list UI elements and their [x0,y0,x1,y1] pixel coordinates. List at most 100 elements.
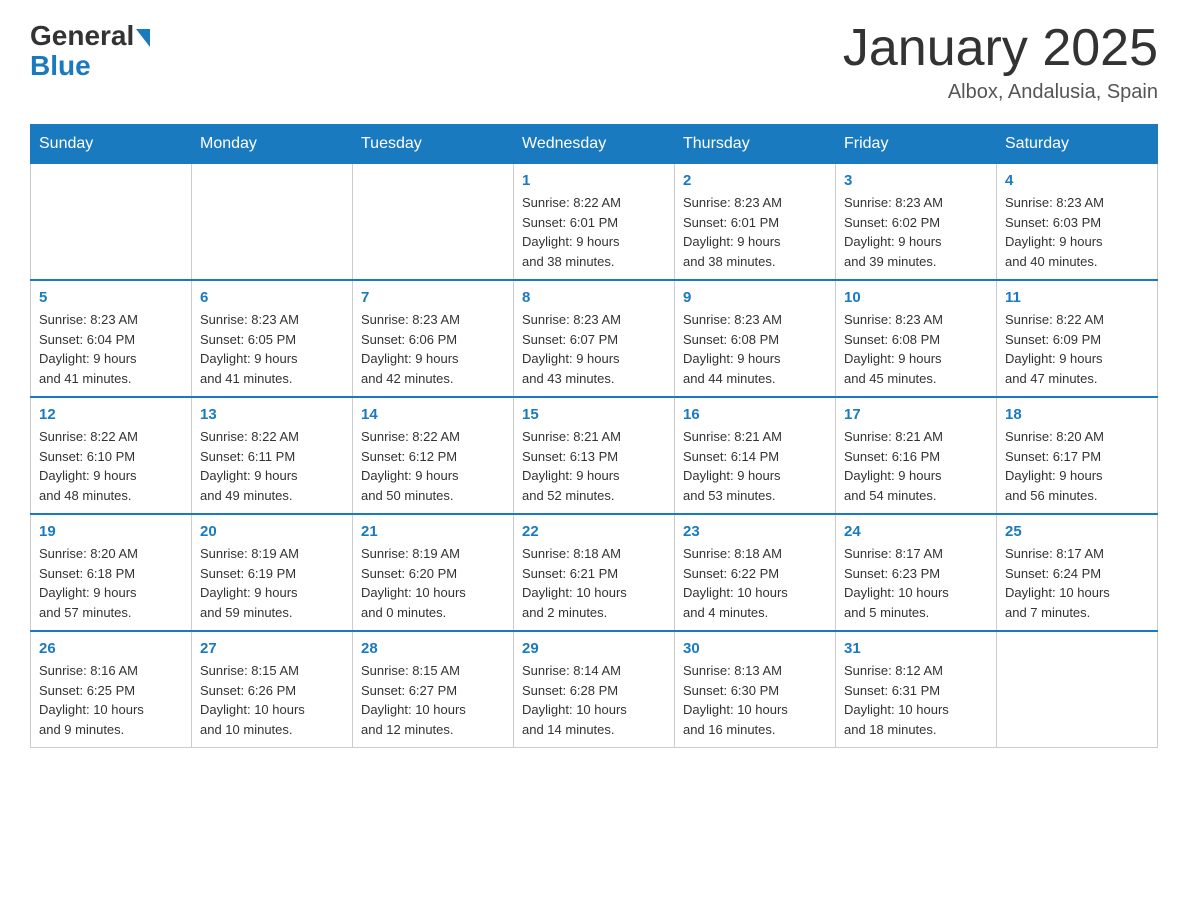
day-number: 11 [1005,289,1149,306]
cell-info: Sunrise: 8:23 AM Sunset: 6:06 PM Dayligh… [361,310,505,388]
day-number: 23 [683,523,827,540]
cell-info: Sunrise: 8:18 AM Sunset: 6:22 PM Dayligh… [683,544,827,622]
day-number: 25 [1005,523,1149,540]
day-number: 31 [844,640,988,657]
cell-info: Sunrise: 8:21 AM Sunset: 6:14 PM Dayligh… [683,427,827,505]
calendar-cell: 22 Sunrise: 8:18 AM Sunset: 6:21 PM Dayli… [514,514,675,631]
calendar-cell: 27 Sunrise: 8:15 AM Sunset: 6:26 PM Dayli… [192,631,353,748]
day-number: 18 [1005,406,1149,423]
calendar-cell: 20 Sunrise: 8:19 AM Sunset: 6:19 PM Dayli… [192,514,353,631]
calendar-day-header: Sunday [31,125,192,164]
day-number: 15 [522,406,666,423]
calendar-day-header: Friday [836,125,997,164]
calendar-day-header: Thursday [675,125,836,164]
calendar-cell: 24 Sunrise: 8:17 AM Sunset: 6:23 PM Dayli… [836,514,997,631]
calendar-cell: 10Sunrise: 8:23 AM Sunset: 6:08 PM Dayli… [836,280,997,397]
day-number: 14 [361,406,505,423]
day-number: 7 [361,289,505,306]
calendar-cell: 17 Sunrise: 8:21 AM Sunset: 6:16 PM Dayli… [836,397,997,514]
cell-info: Sunrise: 8:17 AM Sunset: 6:23 PM Dayligh… [844,544,988,622]
calendar-cell: 14 Sunrise: 8:22 AM Sunset: 6:12 PM Dayli… [353,397,514,514]
cell-info: Sunrise: 8:23 AM Sunset: 6:02 PM Dayligh… [844,193,988,271]
cell-info: Sunrise: 8:23 AM Sunset: 6:05 PM Dayligh… [200,310,344,388]
calendar-day-header: Monday [192,125,353,164]
calendar-cell: 19 Sunrise: 8:20 AM Sunset: 6:18 PM Dayli… [31,514,192,631]
calendar-cell: 4 Sunrise: 8:23 AM Sunset: 6:03 PM Daylig… [997,164,1158,281]
calendar-cell: 5 Sunrise: 8:23 AM Sunset: 6:04 PM Daylig… [31,280,192,397]
cell-info: Sunrise: 8:23 AM Sunset: 6:07 PM Dayligh… [522,310,666,388]
calendar-cell: 7 Sunrise: 8:23 AM Sunset: 6:06 PM Daylig… [353,280,514,397]
calendar-day-header: Saturday [997,125,1158,164]
day-number: 24 [844,523,988,540]
calendar-cell [31,164,192,281]
cell-info: Sunrise: 8:21 AM Sunset: 6:16 PM Dayligh… [844,427,988,505]
day-number: 20 [200,523,344,540]
day-number: 6 [200,289,344,306]
day-number: 28 [361,640,505,657]
calendar-cell: 9Sunrise: 8:23 AM Sunset: 6:08 PM Daylig… [675,280,836,397]
calendar-cell: 25 Sunrise: 8:17 AM Sunset: 6:24 PM Dayli… [997,514,1158,631]
calendar-cell: 16 Sunrise: 8:21 AM Sunset: 6:14 PM Dayli… [675,397,836,514]
logo-arrow-icon [136,29,150,47]
cell-info: Sunrise: 8:23 AM Sunset: 6:04 PM Dayligh… [39,310,183,388]
calendar-cell: 8 Sunrise: 8:23 AM Sunset: 6:07 PM Daylig… [514,280,675,397]
day-number: 27 [200,640,344,657]
day-number: 21 [361,523,505,540]
day-number: 4 [1005,172,1149,189]
day-number: 30 [683,640,827,657]
calendar-cell [192,164,353,281]
calendar-week-row: 5 Sunrise: 8:23 AM Sunset: 6:04 PM Daylig… [31,280,1158,397]
logo-general-text: General [30,20,134,52]
cell-info: Sunrise: 8:17 AM Sunset: 6:24 PM Dayligh… [1005,544,1149,622]
title-area: January 2025 Albox, Andalusia, Spain [843,20,1158,104]
calendar-cell: 13Sunrise: 8:22 AM Sunset: 6:11 PM Dayli… [192,397,353,514]
day-number: 16 [683,406,827,423]
calendar-cell: 15Sunrise: 8:21 AM Sunset: 6:13 PM Dayli… [514,397,675,514]
calendar-table: SundayMondayTuesdayWednesdayThursdayFrid… [30,124,1158,748]
day-number: 22 [522,523,666,540]
cell-info: Sunrise: 8:23 AM Sunset: 6:03 PM Dayligh… [1005,193,1149,271]
cell-info: Sunrise: 8:12 AM Sunset: 6:31 PM Dayligh… [844,661,988,739]
location: Albox, Andalusia, Spain [843,81,1158,104]
cell-info: Sunrise: 8:23 AM Sunset: 6:01 PM Dayligh… [683,193,827,271]
cell-info: Sunrise: 8:20 AM Sunset: 6:18 PM Dayligh… [39,544,183,622]
calendar-cell: 30 Sunrise: 8:13 AM Sunset: 6:30 PM Dayli… [675,631,836,748]
cell-info: Sunrise: 8:23 AM Sunset: 6:08 PM Dayligh… [683,310,827,388]
day-number: 1 [522,172,666,189]
day-number: 29 [522,640,666,657]
day-number: 3 [844,172,988,189]
cell-info: Sunrise: 8:20 AM Sunset: 6:17 PM Dayligh… [1005,427,1149,505]
day-number: 5 [39,289,183,306]
calendar-cell: 12Sunrise: 8:22 AM Sunset: 6:10 PM Dayli… [31,397,192,514]
calendar-day-header: Tuesday [353,125,514,164]
calendar-week-row: 26Sunrise: 8:16 AM Sunset: 6:25 PM Dayli… [31,631,1158,748]
cell-info: Sunrise: 8:22 AM Sunset: 6:01 PM Dayligh… [522,193,666,271]
cell-info: Sunrise: 8:23 AM Sunset: 6:08 PM Dayligh… [844,310,988,388]
calendar-cell: 1 Sunrise: 8:22 AM Sunset: 6:01 PM Daylig… [514,164,675,281]
cell-info: Sunrise: 8:15 AM Sunset: 6:26 PM Dayligh… [200,661,344,739]
cell-info: Sunrise: 8:18 AM Sunset: 6:21 PM Dayligh… [522,544,666,622]
cell-info: Sunrise: 8:15 AM Sunset: 6:27 PM Dayligh… [361,661,505,739]
logo-blue-text: Blue [30,50,91,82]
calendar-week-row: 1 Sunrise: 8:22 AM Sunset: 6:01 PM Daylig… [31,164,1158,281]
page-header: General Blue January 2025 Albox, Andalus… [30,20,1158,104]
day-number: 12 [39,406,183,423]
calendar-cell [353,164,514,281]
calendar-cell: 2 Sunrise: 8:23 AM Sunset: 6:01 PM Daylig… [675,164,836,281]
day-number: 8 [522,289,666,306]
cell-info: Sunrise: 8:13 AM Sunset: 6:30 PM Dayligh… [683,661,827,739]
cell-info: Sunrise: 8:19 AM Sunset: 6:19 PM Dayligh… [200,544,344,622]
calendar-header-row: SundayMondayTuesdayWednesdayThursdayFrid… [31,125,1158,164]
day-number: 17 [844,406,988,423]
calendar-cell: 28 Sunrise: 8:15 AM Sunset: 6:27 PM Dayli… [353,631,514,748]
cell-info: Sunrise: 8:16 AM Sunset: 6:25 PM Dayligh… [39,661,183,739]
cell-info: Sunrise: 8:22 AM Sunset: 6:12 PM Dayligh… [361,427,505,505]
calendar-cell [997,631,1158,748]
calendar-cell: 3 Sunrise: 8:23 AM Sunset: 6:02 PM Daylig… [836,164,997,281]
day-number: 2 [683,172,827,189]
calendar-cell: 18 Sunrise: 8:20 AM Sunset: 6:17 PM Dayli… [997,397,1158,514]
day-number: 19 [39,523,183,540]
calendar-week-row: 19 Sunrise: 8:20 AM Sunset: 6:18 PM Dayli… [31,514,1158,631]
cell-info: Sunrise: 8:14 AM Sunset: 6:28 PM Dayligh… [522,661,666,739]
logo: General Blue [30,20,150,82]
